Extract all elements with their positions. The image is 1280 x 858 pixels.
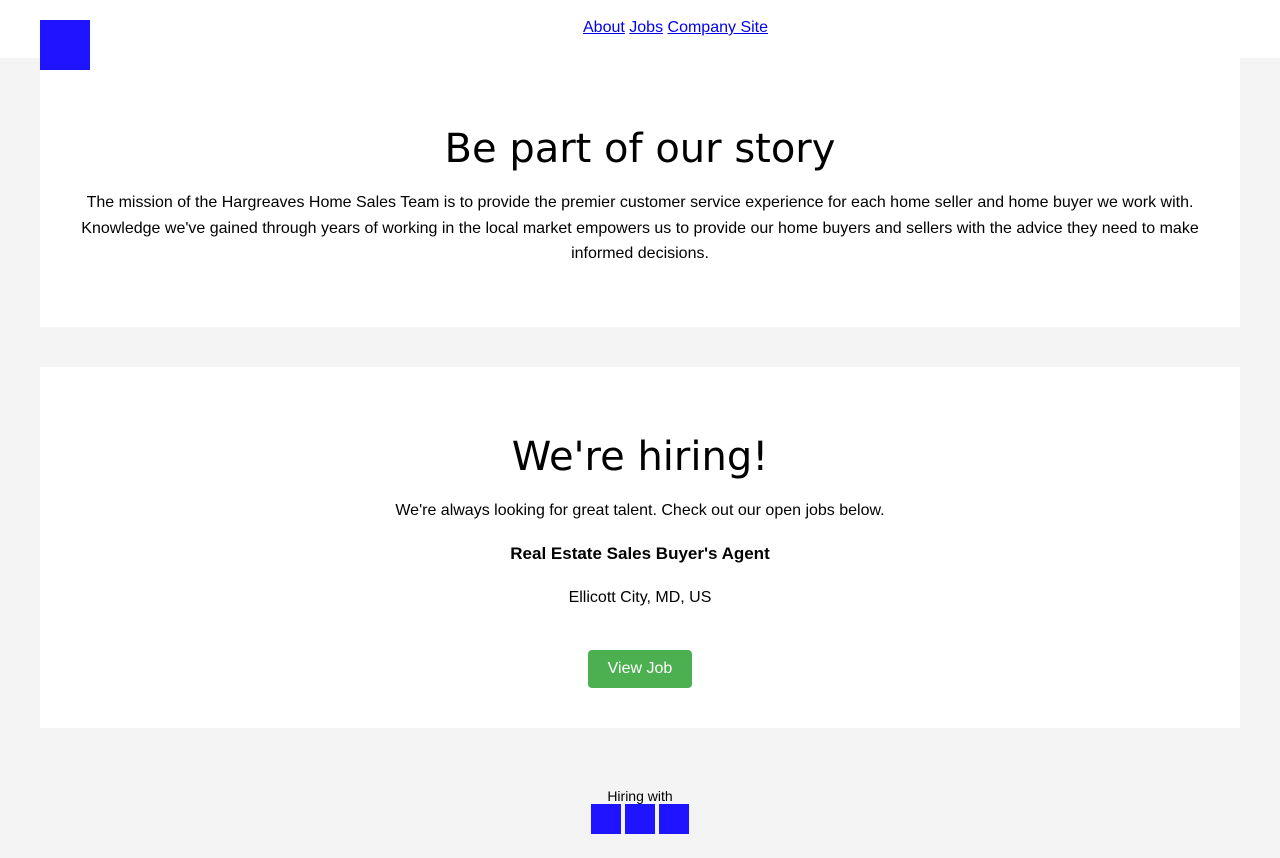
job-title: Real Estate Sales Buyer's Agent [510, 544, 770, 563]
job-location: Ellicott City, MD, US [568, 589, 712, 606]
hiring-tagline: We're always looking for great talent. C… [395, 502, 885, 519]
partner-logo-2-icon[interactable] [625, 804, 655, 834]
partner-logo-3-icon[interactable] [659, 804, 689, 834]
nav-link-jobs[interactable]: Jobs [629, 19, 663, 36]
hiring-section: We're hiring! We're always looking for g… [40, 367, 1240, 728]
story-section: Be part of our story The mission of the … [40, 58, 1240, 327]
company-logo-icon[interactable] [40, 20, 90, 70]
nav-link-about[interactable]: About [583, 19, 625, 36]
hiring-title: We're hiring! [511, 434, 769, 480]
main-nav: About Jobs Company Site [583, 19, 768, 37]
nav-link-company-site[interactable]: Company Site [668, 19, 769, 36]
top-navigation-bar: About Jobs Company Site [0, 0, 1280, 58]
view-job-button[interactable]: View Job [588, 650, 692, 688]
story-title: Be part of our story [444, 126, 836, 172]
mission-text: The mission of the Hargreaves Home Sales… [81, 194, 1199, 262]
hiring-with-label: Hiring with [607, 788, 673, 804]
partner-logo-1-icon[interactable] [591, 804, 621, 834]
